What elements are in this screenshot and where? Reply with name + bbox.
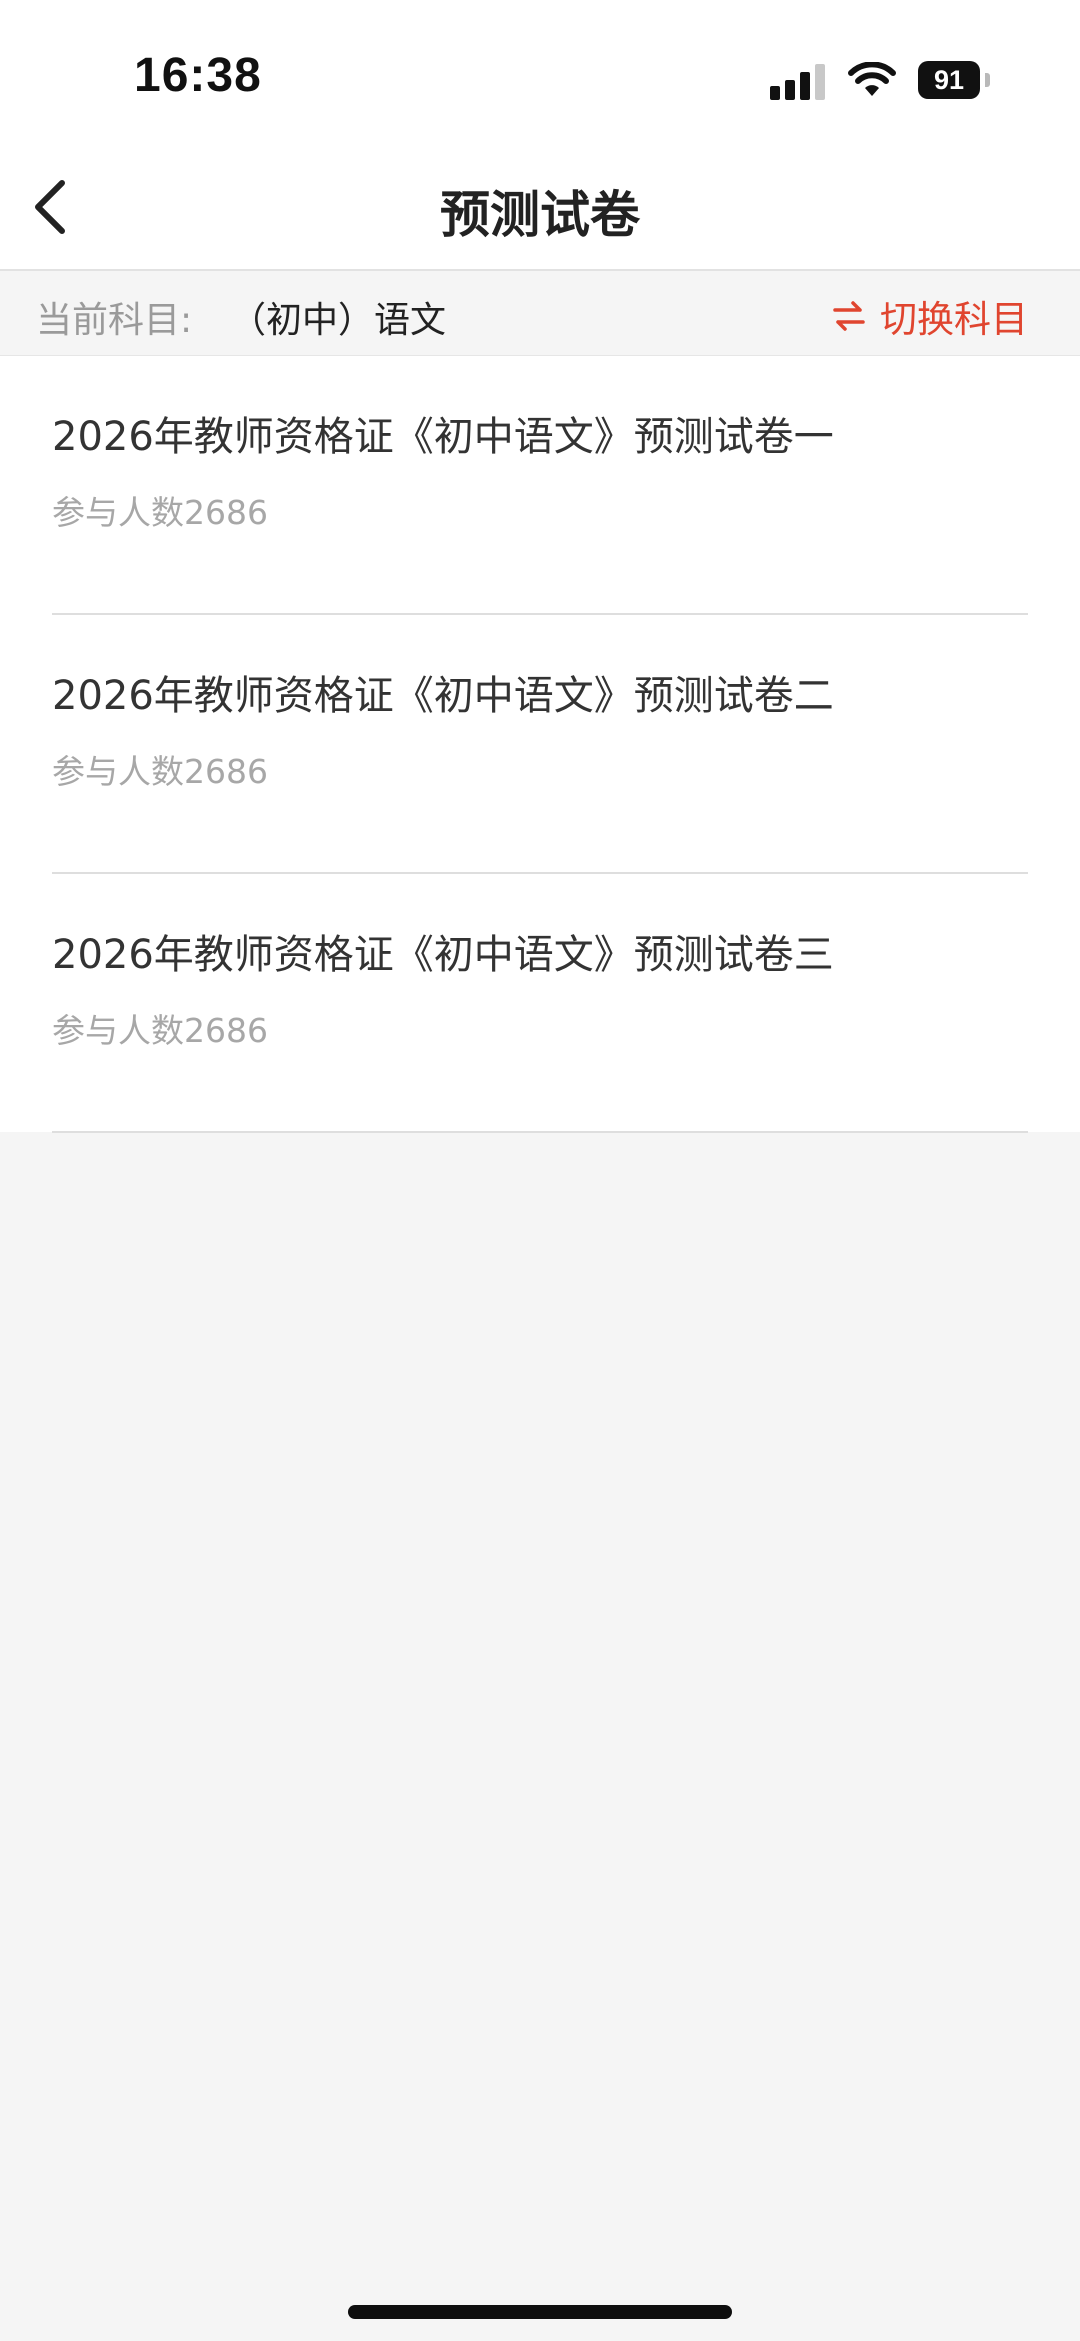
subject-value: （初中）语文 xyxy=(230,300,447,341)
battery-icon: 91 xyxy=(918,61,990,99)
status-bar: 16:38 91 xyxy=(0,0,1080,145)
participant-count: 参与人数2686 xyxy=(52,752,268,791)
switch-subject-label: 切换科目 xyxy=(880,298,1028,341)
subject-label: 当前科目: xyxy=(36,300,193,341)
subject-bar: 当前科目: （初中）语文 切换科目 xyxy=(0,271,1080,356)
list-item[interactable]: 2026年教师资格证《初中语文》预测试卷三 参与人数2686 xyxy=(0,874,1080,1133)
paper-title: 2026年教师资格证《初中语文》预测试卷三 xyxy=(52,932,834,978)
paper-title: 2026年教师资格证《初中语文》预测试卷一 xyxy=(52,414,834,460)
status-icons: 91 xyxy=(770,58,990,102)
nav-bar: 预测试卷 xyxy=(0,145,1080,271)
list-item[interactable]: 2026年教师资格证《初中语文》预测试卷一 参与人数2686 xyxy=(0,356,1080,615)
paper-title: 2026年教师资格证《初中语文》预测试卷二 xyxy=(52,673,834,719)
switch-subject-button[interactable]: 切换科目 xyxy=(832,289,1028,343)
list-item[interactable]: 2026年教师资格证《初中语文》预测试卷二 参与人数2686 xyxy=(0,615,1080,874)
page-title: 预测试卷 xyxy=(440,186,640,244)
participant-count: 参与人数2686 xyxy=(52,1011,268,1050)
paper-list: 2026年教师资格证《初中语文》预测试卷一 参与人数2686 2026年教师资格… xyxy=(0,356,1080,1133)
wifi-icon xyxy=(848,62,896,96)
status-time: 16:38 xyxy=(134,49,262,102)
home-indicator[interactable] xyxy=(348,2305,732,2319)
swap-arrows-icon xyxy=(833,301,865,331)
signal-icon xyxy=(770,60,826,100)
battery-level: 91 xyxy=(918,61,980,99)
participant-count: 参与人数2686 xyxy=(52,493,268,532)
